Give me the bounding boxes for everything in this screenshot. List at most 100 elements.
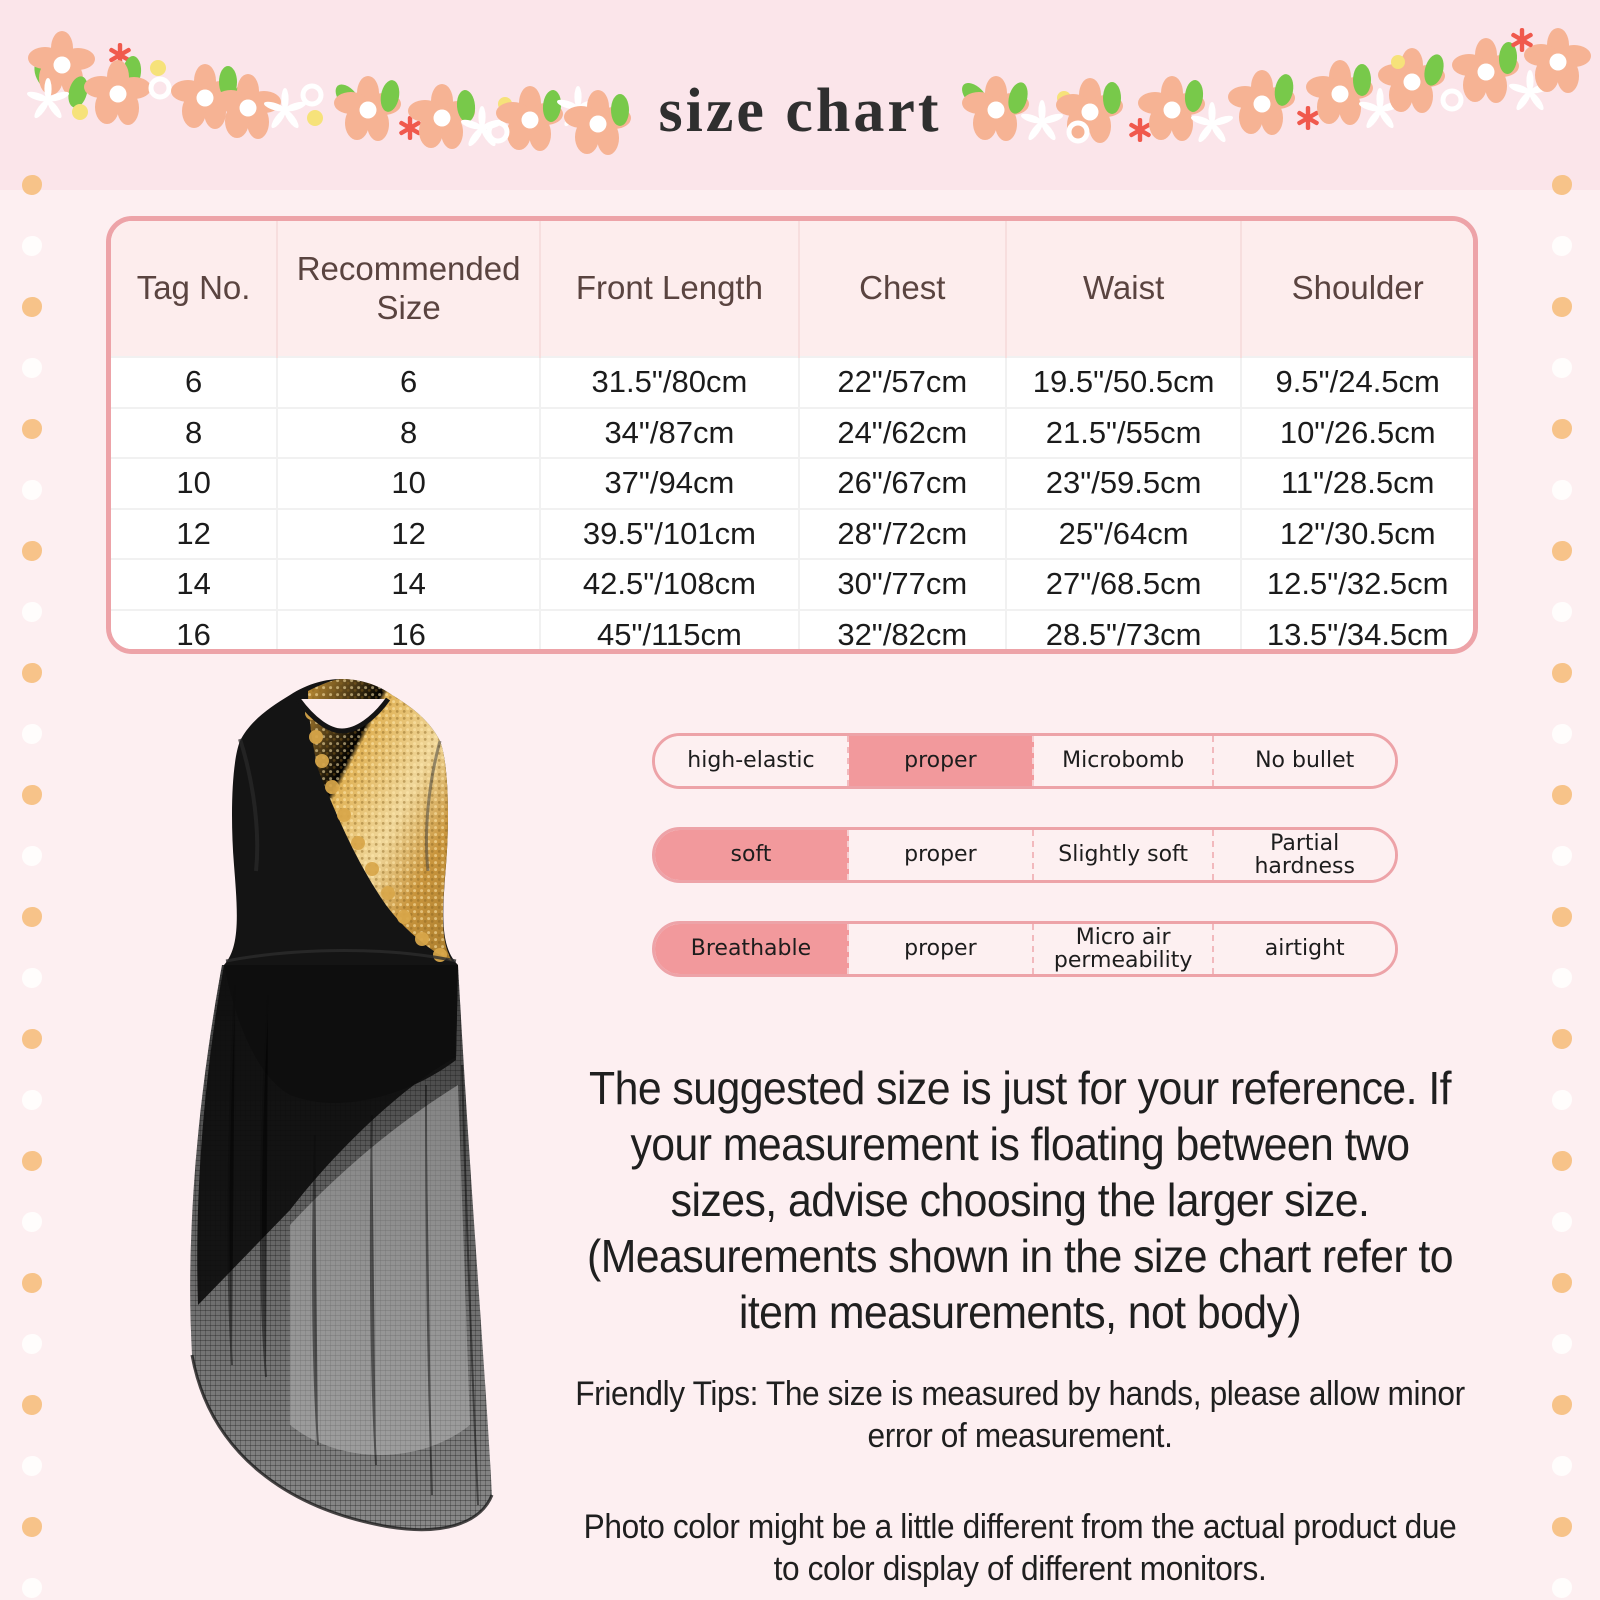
table-row: 14 14 42.5"/108cm 30"/77cm 27"/68.5cm 12.5"/3…	[111, 558, 1473, 610]
dot-decoration	[22, 419, 42, 439]
dot-decoration	[1552, 1456, 1572, 1476]
table-cell: 10"/26.5cm	[1241, 406, 1473, 458]
dot-decoration	[22, 663, 42, 683]
attribute-segment[interactable]: Micro air permeability	[1033, 924, 1215, 974]
dot-decoration	[1552, 785, 1572, 805]
dot-decoration	[1552, 1395, 1572, 1415]
dot-decoration	[1552, 1090, 1572, 1110]
table-cell: 10	[111, 457, 279, 509]
table-header-row: Tag No. Recommended Size Front Length Chest…	[111, 221, 1473, 357]
dot-decoration	[1552, 1273, 1572, 1293]
table-cell: 16	[277, 608, 542, 649]
attribute-bar-elasticity: high-elastic proper Microbomb No bullet	[652, 733, 1398, 789]
table-column-header: Waist	[1005, 221, 1243, 357]
notice-block: The suggested size is just for your refe…	[540, 1060, 1500, 1591]
dot-decoration	[22, 297, 42, 317]
table-cell: 42.5"/108cm	[540, 558, 800, 610]
dot-decoration	[22, 541, 42, 561]
table-cell: 27"/68.5cm	[1005, 558, 1243, 610]
dot-decoration	[1552, 602, 1572, 622]
table-cell: 39.5"/101cm	[540, 507, 800, 559]
table-cell: 9.5"/24.5cm	[1241, 356, 1473, 408]
dot-decoration	[22, 236, 42, 256]
table-cell: 10	[277, 457, 542, 509]
table-cell: 12.5"/32.5cm	[1241, 558, 1473, 610]
dot-decoration	[22, 846, 42, 866]
table-cell: 19.5"/50.5cm	[1005, 356, 1243, 408]
dot-decoration	[1552, 1517, 1572, 1537]
table-cell: 23"/59.5cm	[1005, 457, 1243, 509]
dot-decoration	[1552, 1334, 1572, 1354]
attribute-segment[interactable]: proper	[848, 736, 1034, 786]
dot-decoration	[1552, 1151, 1572, 1171]
dot-decoration	[22, 1334, 42, 1354]
table-cell: 8	[277, 406, 542, 458]
dot-decoration	[22, 724, 42, 744]
size-chart-table-container: Tag No. Recommended Size Front Length Chest…	[106, 216, 1478, 654]
left-dot-rail-decoration	[22, 175, 48, 1598]
dot-decoration	[22, 1029, 42, 1049]
dot-decoration	[1552, 236, 1572, 256]
table-column-header: Shoulder	[1291, 269, 1424, 307]
dot-decoration	[22, 1456, 42, 1476]
right-dot-rail-decoration	[1552, 175, 1578, 1598]
dot-decoration	[1552, 907, 1572, 927]
dot-decoration	[22, 968, 42, 988]
attribute-segment[interactable]: high-elastic	[655, 736, 849, 786]
table-column-header: Chest	[798, 221, 1007, 357]
table-row: 16 16 45"/115cm 32"/82cm 28.5"/73cm 13.5"/34.…	[111, 608, 1473, 649]
table-cell: 8	[111, 406, 279, 458]
table-cell: 30"/77cm	[798, 558, 1007, 610]
table-cell: 37"/94cm	[540, 457, 800, 509]
table-cell: 12	[111, 507, 279, 559]
attribute-segment[interactable]: Slightly soft	[1033, 830, 1215, 880]
floral-header-band: size chart	[0, 0, 1600, 190]
table-cell: 26"/67cm	[798, 457, 1007, 509]
table-header: Tag No. Recommended Size Front Length Chest…	[111, 221, 1473, 357]
attribute-bars-group: high-elastic proper Microbomb No bullet soft…	[652, 733, 1398, 1015]
table-cell: 16	[111, 608, 279, 649]
dot-decoration	[22, 358, 42, 378]
table-row: 6 6 31.5"/80cm 22"/57cm 19.5"/50.5cm 9.5"/24.…	[111, 356, 1473, 408]
table-cell: 6	[111, 356, 279, 408]
attribute-segment[interactable]: Breathable	[655, 924, 849, 974]
table-cell: 24"/62cm	[798, 406, 1007, 458]
dot-decoration	[22, 1578, 42, 1598]
table-cell: 32"/82cm	[798, 608, 1007, 649]
table-cell: 12	[277, 507, 542, 559]
dot-decoration	[1552, 480, 1572, 500]
page-title: size chart	[658, 77, 942, 145]
dress-illustration-icon	[190, 679, 494, 1532]
dot-decoration	[1552, 358, 1572, 378]
dot-decoration	[1552, 297, 1572, 317]
size-chart-table: Tag No. Recommended Size Front Length Chest…	[111, 221, 1473, 649]
dot-decoration	[1552, 1578, 1572, 1598]
dot-decoration	[1552, 1212, 1572, 1232]
attribute-segment[interactable]: Microbomb	[1033, 736, 1215, 786]
dot-decoration	[1552, 1029, 1572, 1049]
attribute-segment[interactable]: airtight	[1214, 924, 1395, 974]
dot-decoration	[1552, 846, 1572, 866]
table-cell: 31.5"/80cm	[540, 356, 800, 408]
attribute-segment[interactable]: proper	[848, 924, 1034, 974]
dot-decoration	[1552, 541, 1572, 561]
dot-decoration	[22, 1517, 42, 1537]
attribute-segment[interactable]: Partial hardness	[1214, 830, 1395, 880]
table-cell: 13.5"/34.5cm	[1241, 608, 1473, 649]
attribute-segment[interactable]: proper	[848, 830, 1034, 880]
dot-decoration	[22, 1395, 42, 1415]
table-body: 6 6 31.5"/80cm 22"/57cm 19.5"/50.5cm 9.5"/24.…	[111, 356, 1473, 649]
table-cell: 34"/87cm	[540, 406, 800, 458]
dot-decoration	[22, 1212, 42, 1232]
attribute-segment[interactable]: No bullet	[1214, 736, 1395, 786]
attribute-segment[interactable]: soft	[655, 830, 849, 880]
dot-decoration	[1552, 419, 1572, 439]
table-row: 8 8 34"/87cm 24"/62cm 21.5"/55cm 10"/26.5cm	[111, 406, 1473, 458]
attribute-bar-softness: soft proper Slightly soft Partial hardness	[652, 827, 1398, 883]
dot-decoration	[22, 602, 42, 622]
notice-tips-text: Friendly Tips: The size is measured by h…	[575, 1374, 1465, 1456]
table-column-header: Front Length	[540, 221, 800, 357]
table-row: 12 12 39.5"/101cm 28"/72cm 25"/64cm 12"/30.5c…	[111, 507, 1473, 559]
table-cell: 25"/64cm	[1005, 507, 1243, 559]
table-cell: 6	[277, 356, 542, 408]
